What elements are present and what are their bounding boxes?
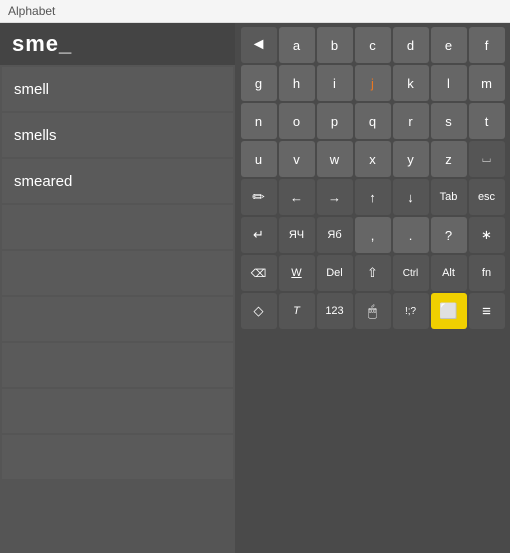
key-tab[interactable]: Tab [431,179,467,215]
key-cyrillic1[interactable]: ЯЧ [279,217,315,253]
key-backspace[interactable]: ⌫ [241,255,277,291]
key-back[interactable]: ◄ [241,27,277,63]
key-t[interactable]: t [469,103,505,139]
suggestion-item-8 [2,435,233,479]
key-e[interactable]: e [431,27,467,63]
key-right-arrow[interactable]: → [317,179,353,215]
key-esc[interactable]: esc [469,179,505,215]
key-h[interactable]: h [279,65,315,101]
left-panel: sme_ smellsmellssmeared [0,23,235,553]
key-n[interactable]: n [241,103,277,139]
key-pen[interactable]: ✏ [241,179,277,215]
key-ctrl[interactable]: Ctrl [393,255,429,291]
key-left-arrow[interactable]: ← [279,179,315,215]
key-f[interactable]: f [469,27,505,63]
key-delete[interactable]: Del [317,255,353,291]
key-k[interactable]: k [393,65,429,101]
key-menu[interactable]: ≡ [469,293,505,329]
key-s[interactable]: s [431,103,467,139]
key-row-5: ✏ ← → ↑ ↓ Tab esc [239,179,506,215]
key-asterisk[interactable]: ∗ [469,217,505,253]
key-p[interactable]: p [317,103,353,139]
keyboard-panel: ◄ a b c d e f g h i j k l m n o p q r s … [235,23,510,553]
key-x[interactable]: x [355,141,391,177]
suggestions-list: smellsmellssmeared [0,65,235,553]
key-m[interactable]: m [469,65,505,101]
key-z[interactable]: z [431,141,467,177]
key-symbols[interactable]: !;? [393,293,429,329]
key-shift-up[interactable]: ⇧ [355,255,391,291]
key-d[interactable]: d [393,27,429,63]
key-row-8: ◇ T 123 🖱 !;? ⬜ ≡ [239,293,506,329]
key-r[interactable]: r [393,103,429,139]
key-diamond[interactable]: ◇ [241,293,277,329]
key-q[interactable]: q [355,103,391,139]
key-v[interactable]: v [279,141,315,177]
key-word[interactable]: W [279,255,315,291]
main-container: sme_ smellsmellssmeared ◄ a b c d e f g … [0,23,510,553]
key-row-1: ◄ a b c d e f [239,27,506,63]
key-row-7: ⌫ W Del ⇧ Ctrl Alt fn [239,255,506,291]
app-title: Alphabet [8,4,55,18]
suggestion-item-1[interactable]: smells [2,113,233,157]
key-comma[interactable]: , [355,217,391,253]
key-fn[interactable]: fn [469,255,505,291]
key-up-arrow[interactable]: ↑ [355,179,391,215]
key-b[interactable]: b [317,27,353,63]
key-row-4: u v w x y z ⌴ [239,141,506,177]
key-l[interactable]: l [431,65,467,101]
suggestion-item-4 [2,251,233,295]
suggestion-item-2[interactable]: smeared [2,159,233,203]
key-row-2: g h i j k l m [239,65,506,101]
key-enter[interactable]: ↵ [241,217,277,253]
suggestion-item-5 [2,297,233,341]
key-c[interactable]: c [355,27,391,63]
suggestion-item-3 [2,205,233,249]
top-bar: Alphabet [0,0,510,23]
key-mouse[interactable]: 🖱 [355,293,391,329]
key-down-arrow[interactable]: ↓ [393,179,429,215]
key-cyrillic2[interactable]: Яб [317,217,353,253]
suggestion-item-0[interactable]: smell [2,67,233,111]
key-w[interactable]: w [317,141,353,177]
key-a[interactable]: a [279,27,315,63]
search-display: sme_ [0,23,235,65]
key-space[interactable]: ⌴ [469,141,505,177]
key-j[interactable]: j [355,65,391,101]
key-123[interactable]: 123 [317,293,353,329]
key-y[interactable]: y [393,141,429,177]
key-row-3: n o p q r s t [239,103,506,139]
suggestion-item-7 [2,389,233,433]
suggestion-item-6 [2,343,233,387]
key-period[interactable]: . [393,217,429,253]
search-query: sme_ [12,31,72,56]
key-i[interactable]: i [317,65,353,101]
key-question[interactable]: ? [431,217,467,253]
key-o[interactable]: o [279,103,315,139]
key-g[interactable]: g [241,65,277,101]
key-u[interactable]: u [241,141,277,177]
key-row-6: ↵ ЯЧ Яб , . ? ∗ [239,217,506,253]
key-alt[interactable]: Alt [431,255,467,291]
key-copy[interactable]: ⬜ [431,293,467,329]
key-text-style[interactable]: T [279,293,315,329]
